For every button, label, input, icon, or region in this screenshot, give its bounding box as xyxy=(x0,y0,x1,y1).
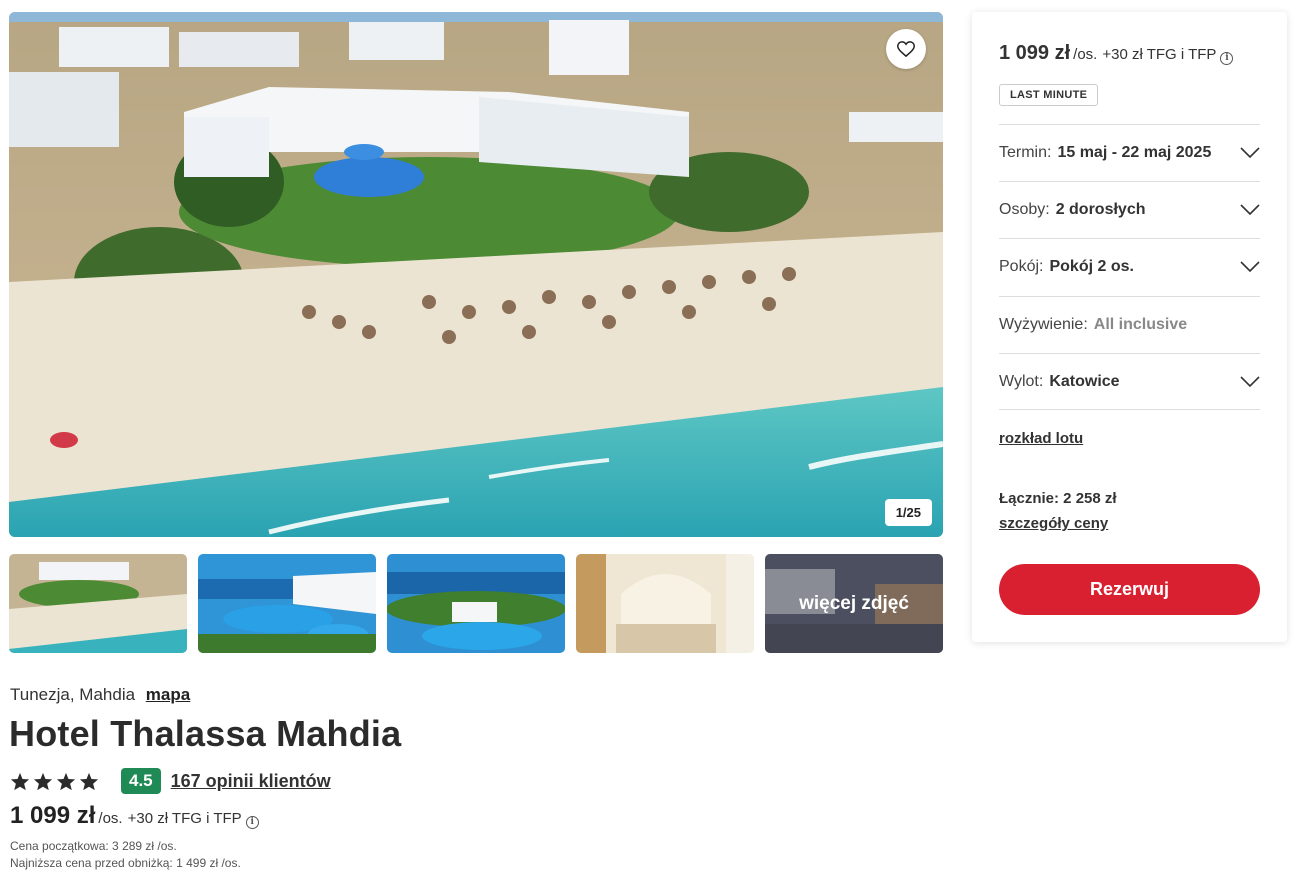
thumbnail-strip: więcej zdjęć xyxy=(9,554,943,653)
price-extra-fees: +30 zł TFG i TFP xyxy=(127,810,242,827)
flight-schedule-link[interactable]: rozkład lotu xyxy=(999,430,1083,447)
original-price: Cena początkowa: 3 289 zł /os. xyxy=(10,839,177,853)
price-value: 1 099 zł xyxy=(10,802,96,829)
thumbnail-pool-palms[interactable] xyxy=(387,554,565,653)
option-value: All inclusive xyxy=(1093,316,1188,333)
option-label: Wylot: xyxy=(999,372,1044,390)
option-persons[interactable]: Osoby: 2 dorosłych xyxy=(999,181,1260,238)
chevron-down-icon xyxy=(1240,147,1260,159)
location-text: Tunezja, Mahdia xyxy=(10,685,136,704)
hotel-location: Tunezja, Mahdia mapa xyxy=(10,685,190,705)
booking-card: 1 099 zł /os. +30 zł TFG i TFP i LAST MI… xyxy=(972,12,1287,642)
rating-badge: 4.5 xyxy=(121,768,161,794)
hotel-stars xyxy=(10,772,99,791)
option-board: Wyżywienie: All inclusive xyxy=(999,296,1260,353)
main-photo[interactable]: 1/25 xyxy=(9,12,943,537)
hotel-price: 1 099 zł /os. +30 zł TFG i TFP i xyxy=(10,802,259,830)
main-photo-image xyxy=(9,12,943,537)
thumbnail-image xyxy=(198,554,376,653)
option-value: 15 maj - 22 maj 2025 xyxy=(1057,144,1212,161)
more-photos-label: więcej zdjęć xyxy=(765,554,943,653)
option-value: Pokój 2 os. xyxy=(1049,258,1134,275)
option-label: Osoby: xyxy=(999,201,1050,218)
price-details-link[interactable]: szczegóły ceny xyxy=(999,515,1108,532)
total-price: Łącznie: 2 258 zł xyxy=(999,490,1117,507)
hotel-name: Hotel Thalassa Mahdia xyxy=(9,713,402,754)
thumbnail-image xyxy=(387,554,565,653)
option-date[interactable]: Termin: 15 maj - 22 maj 2025 xyxy=(999,124,1260,181)
option-value: Katowice xyxy=(1049,372,1120,390)
photo-counter: 1/25 xyxy=(884,499,932,526)
thumbnail-more-photos[interactable]: więcej zdjęć xyxy=(765,554,943,653)
star-icon xyxy=(79,772,99,790)
booking-price-value: 1 099 zł xyxy=(999,42,1071,64)
booking-price-extra: +30 zł TFG i TFP xyxy=(1102,46,1217,63)
favorite-button[interactable] xyxy=(886,29,926,69)
option-departure[interactable]: Wylot: Katowice xyxy=(999,353,1260,410)
thumbnail-image xyxy=(576,554,754,653)
option-label: Wyżywienie: xyxy=(999,316,1088,333)
thumbnail-image xyxy=(9,554,187,653)
booking-price-unit: /os. xyxy=(1073,46,1098,63)
info-icon[interactable]: i xyxy=(1220,51,1234,65)
price-unit: /os. xyxy=(98,810,123,827)
info-icon[interactable]: i xyxy=(245,815,259,829)
thumbnail-beach[interactable] xyxy=(9,554,187,653)
price-history: Cena początkowa: 3 289 zł /os. Najniższa… xyxy=(10,838,241,872)
star-icon xyxy=(56,772,76,790)
heart-icon xyxy=(897,41,915,57)
option-value: 2 dorosłych xyxy=(1055,201,1146,218)
option-room[interactable]: Pokój: Pokój 2 os. xyxy=(999,238,1260,295)
chevron-down-icon xyxy=(1240,261,1260,273)
chevron-down-icon xyxy=(1240,204,1260,216)
thumbnail-pool[interactable] xyxy=(198,554,376,653)
lowest-price: Najniższa cena przed obniżką: 1 499 zł /… xyxy=(10,856,241,870)
thumbnail-restaurant[interactable] xyxy=(576,554,754,653)
reviews-link[interactable]: 167 opinii klientów xyxy=(171,771,331,792)
booking-price: 1 099 zł /os. +30 zł TFG i TFP i xyxy=(999,42,1234,65)
chevron-down-icon xyxy=(1240,375,1260,387)
star-icon xyxy=(10,772,30,790)
last-minute-badge: LAST MINUTE xyxy=(999,84,1099,106)
map-link[interactable]: mapa xyxy=(146,685,190,704)
option-label: Termin: xyxy=(999,144,1052,161)
option-label: Pokój: xyxy=(999,258,1044,275)
star-icon xyxy=(33,772,53,790)
rating-row: 4.5 167 opinii klientów xyxy=(10,767,331,795)
book-button[interactable]: Rezerwuj xyxy=(999,564,1260,615)
